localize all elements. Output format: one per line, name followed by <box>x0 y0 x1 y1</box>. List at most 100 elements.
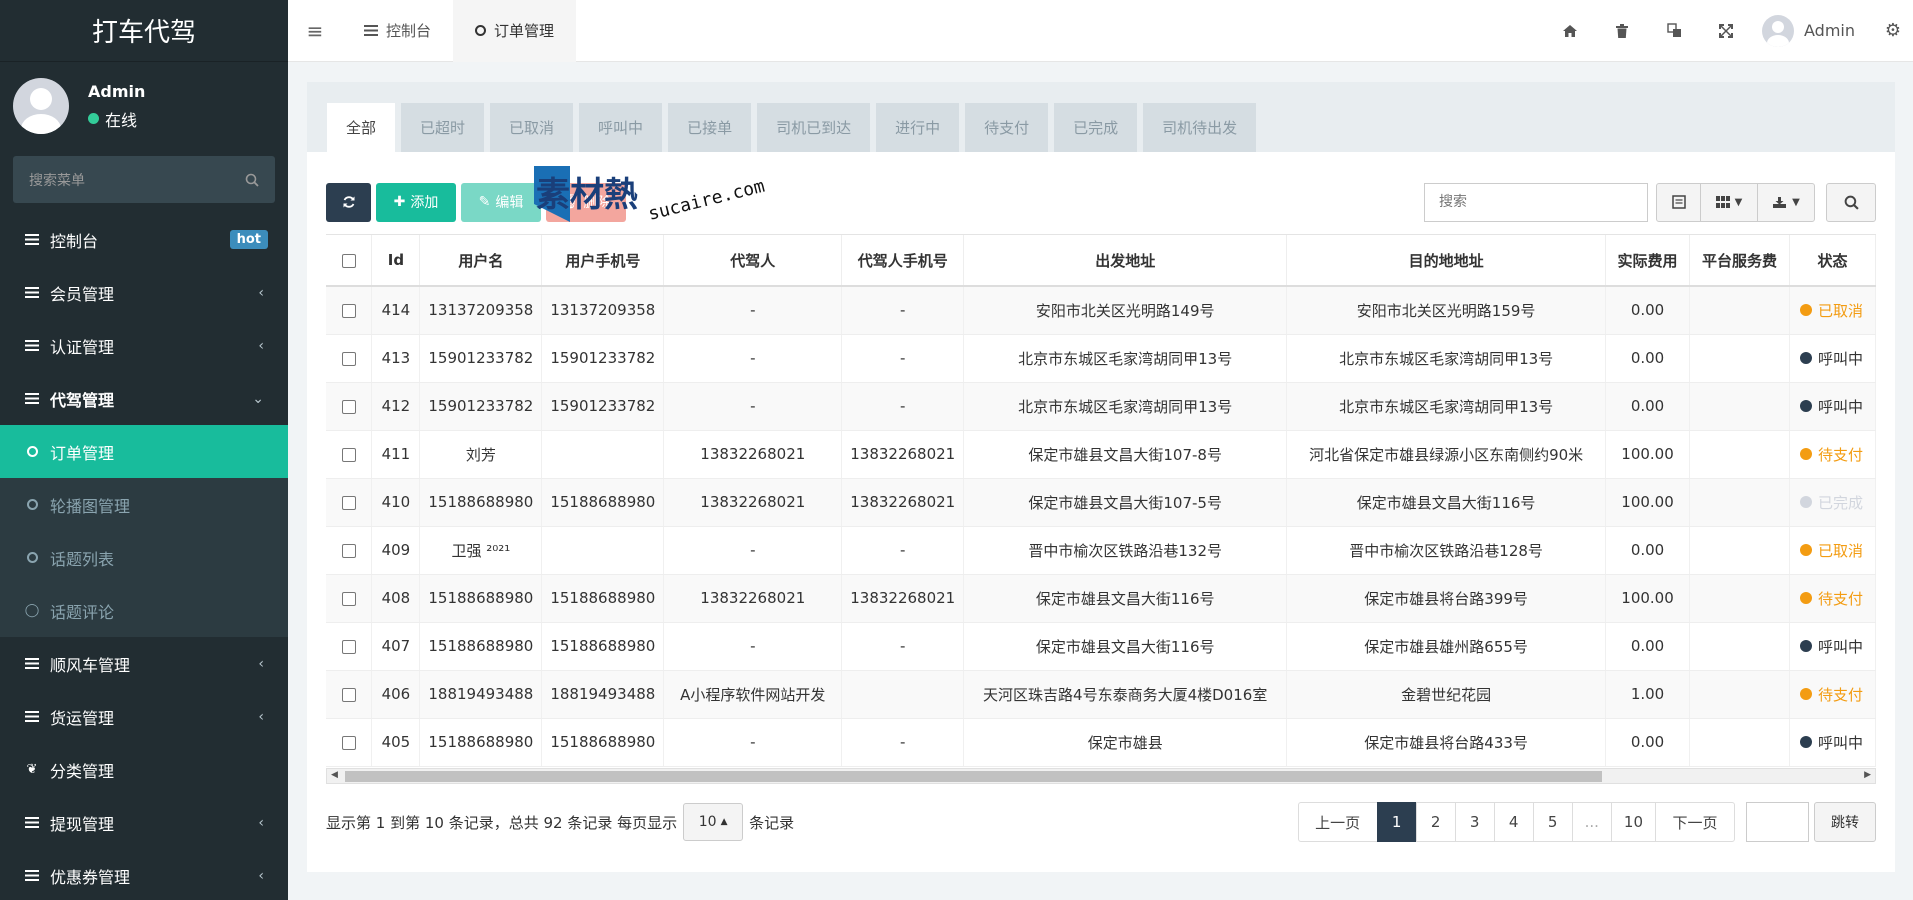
table-row[interactable]: 411 刘芳 13832268021 13832268021 保定市雄县文昌大街107-… <box>326 430 1876 479</box>
table-row[interactable]: 410 15188688980 15188688980 13832268021 1383… <box>326 478 1876 527</box>
sidebar-item-topics[interactable]: 话题列表 <box>0 531 288 584</box>
pagination-suffix: 条记录 <box>749 813 795 832</box>
sidebar-item-topic-comments[interactable]: ◯ 话题评论 <box>0 584 288 637</box>
sidebar-item-withdrawals[interactable]: 提现管理 ‹ <box>0 796 288 849</box>
home-icon[interactable] <box>1544 24 1596 38</box>
table-search-input[interactable] <box>1424 182 1648 222</box>
row-checkbox[interactable] <box>341 591 356 606</box>
column-header-username[interactable]: 用户名 <box>419 235 543 287</box>
select-all-checkbox[interactable] <box>341 253 356 268</box>
table-row[interactable]: 414 13137209358 13137209358- - 安阳市北关区光明路149号… <box>326 286 1876 335</box>
row-checkbox[interactable] <box>341 735 356 750</box>
column-header-service-fee[interactable]: 平台服务费 <box>1689 235 1790 287</box>
row-checkbox[interactable] <box>341 639 356 654</box>
page-button[interactable]: 5 <box>1532 802 1573 842</box>
status-tab[interactable]: 呼叫中 <box>579 103 663 152</box>
row-checkbox[interactable] <box>341 447 356 462</box>
table-row[interactable]: 412 15901233782 15901233782- - 北京市东城区毛家湾胡同甲1… <box>326 382 1876 431</box>
tab-dashboard[interactable]: 控制台 <box>342 0 453 62</box>
delete-button[interactable]: 🗑 删除 <box>546 182 626 222</box>
status-tab[interactable]: 已完成 <box>1054 103 1138 152</box>
sidebar-item-verification[interactable]: 认证管理 ‹ <box>0 319 288 372</box>
status-tab[interactable]: 司机待出发 <box>1143 103 1257 152</box>
hot-badge: hot <box>229 230 268 249</box>
fullscreen-icon[interactable] <box>1700 23 1752 38</box>
top-user-menu[interactable]: Admin <box>1752 14 1873 47</box>
refresh-button[interactable] <box>326 182 371 222</box>
sidebar-item-coupons[interactable]: 优惠券管理 ‹ <box>0 849 288 900</box>
page-button[interactable]: 3 <box>1454 802 1495 842</box>
sidebar-item-driving[interactable]: 代驾管理 ⌄ <box>0 372 288 425</box>
sidebar-item-freight[interactable]: 货运管理 ‹ <box>0 690 288 743</box>
sidebar-item-label: 会员管理 <box>50 284 115 304</box>
table-row[interactable]: 408 15188688980 15188688980 13832268021 1383… <box>326 574 1876 623</box>
status-badge: 待支付 <box>1799 684 1863 705</box>
column-header-driver-phone[interactable]: 代驾人手机号 <box>841 235 965 287</box>
table-row[interactable]: 407 15188688980 15188688980- - 保定市雄县文昌大街116号… <box>326 622 1876 671</box>
sidebar-item-orders[interactable]: 订单管理 <box>0 425 288 478</box>
column-header-to[interactable]: 目的地地址 <box>1286 235 1607 287</box>
settings-icon[interactable]: ⚙ <box>1873 20 1913 41</box>
trash-icon[interactable] <box>1596 23 1648 38</box>
page-button[interactable]: 10 <box>1610 802 1656 842</box>
add-button[interactable]: ✚ 添加 <box>376 182 456 222</box>
select-all-checkbox-cell <box>326 235 373 287</box>
page-button[interactable]: 4 <box>1493 802 1534 842</box>
column-header-id[interactable]: Id <box>371 235 421 287</box>
sidebar-item-banners[interactable]: 轮播图管理 <box>0 478 288 531</box>
row-checkbox[interactable] <box>341 543 356 558</box>
page-size-dropdown[interactable]: 10 ▲ <box>683 803 744 841</box>
jump-page-input[interactable] <box>1746 802 1809 842</box>
scrollbar-thumb[interactable] <box>345 771 1602 782</box>
table-row[interactable]: 406 18819493488 18819493488 A小程序软件网站开发 天河区珠吉… <box>326 670 1876 719</box>
column-header-status[interactable]: 状态 <box>1789 235 1876 287</box>
page-button[interactable]: 2 <box>1415 802 1456 842</box>
row-checkbox[interactable] <box>341 303 356 318</box>
status-tab[interactable]: 已超时 <box>401 103 485 152</box>
row-checkbox[interactable] <box>341 399 356 414</box>
status-label: 呼叫中 <box>1817 397 1863 416</box>
app-logo[interactable]: 打车代驾 <box>0 0 288 62</box>
jump-button[interactable]: 跳转 <box>1814 802 1876 842</box>
driving-submenu: 订单管理 轮播图管理 话题列表 ◯ 话题评论 <box>0 425 288 637</box>
export-dropdown-button[interactable]: ▼ <box>1757 182 1815 222</box>
menu-toggle-icon[interactable]: ≡ <box>288 0 342 62</box>
column-header-driver[interactable]: 代驾人 <box>663 235 843 287</box>
sidebar-item-dashboard[interactable]: 控制台 hot <box>0 213 288 266</box>
row-checkbox[interactable] <box>341 495 356 510</box>
tab-orders[interactable]: 订单管理 <box>453 0 577 62</box>
prev-page-button[interactable]: 上一页 <box>1297 802 1378 842</box>
scroll-right-icon[interactable]: ▶ <box>1864 770 1871 780</box>
status-tab[interactable]: 已接单 <box>668 103 752 152</box>
search-icon[interactable] <box>245 173 259 187</box>
horizontal-scrollbar[interactable]: ◀ ▶ <box>326 768 1876 784</box>
sidebar-item-carpool[interactable]: 顺风车管理 ‹ <box>0 637 288 690</box>
columns-dropdown-button[interactable]: ▼ <box>1700 182 1758 222</box>
next-page-button[interactable]: 下一页 <box>1655 802 1735 842</box>
cell-phone: 15188688980 <box>541 478 665 527</box>
table-row[interactable]: 409 卫强 ²⁰²¹ - - 晋中市榆次区铁路沿巷132号 晋中市榆次区铁路沿巷128号… <box>326 526 1876 575</box>
edit-button[interactable]: ✎ 编辑 <box>461 182 541 222</box>
content-panel: 全部 已超时 已取消 呼叫中 已接单 司机已到达 进行中 待支付 已完成 司机待出发 ✚ 添加 ✎ 编… <box>307 82 1895 872</box>
table-row[interactable]: 405 15188688980 15188688980- - 保定市雄县 保定市雄县将台路… <box>326 718 1876 767</box>
column-header-phone[interactable]: 用户手机号 <box>541 235 665 287</box>
page-button[interactable]: 1 <box>1376 802 1417 842</box>
menu-search-input[interactable]: 搜索菜单 <box>13 156 275 203</box>
column-header-from[interactable]: 出发地址 <box>963 235 1288 287</box>
sidebar-item-categories[interactable]: ❦ 分类管理 <box>0 743 288 796</box>
toggle-view-button[interactable] <box>1656 182 1701 222</box>
search-button[interactable] <box>1826 182 1876 222</box>
cell-fee: 100.00 <box>1605 478 1691 527</box>
status-tab[interactable]: 司机已到达 <box>757 103 871 152</box>
table-row[interactable]: 413 15901233782 15901233782- - 北京市东城区毛家湾胡同甲1… <box>326 334 1876 383</box>
translate-icon[interactable] <box>1648 23 1700 38</box>
row-checkbox[interactable] <box>341 351 356 366</box>
row-checkbox[interactable] <box>341 687 356 702</box>
status-tab[interactable]: 全部 <box>327 103 396 152</box>
status-tab[interactable]: 进行中 <box>876 103 960 152</box>
status-tab[interactable]: 待支付 <box>965 103 1049 152</box>
sidebar-item-members[interactable]: 会员管理 ‹ <box>0 266 288 319</box>
status-tab[interactable]: 已取消 <box>490 103 574 152</box>
scroll-left-icon[interactable]: ◀ <box>331 770 338 780</box>
column-header-fee[interactable]: 实际费用 <box>1605 235 1691 287</box>
